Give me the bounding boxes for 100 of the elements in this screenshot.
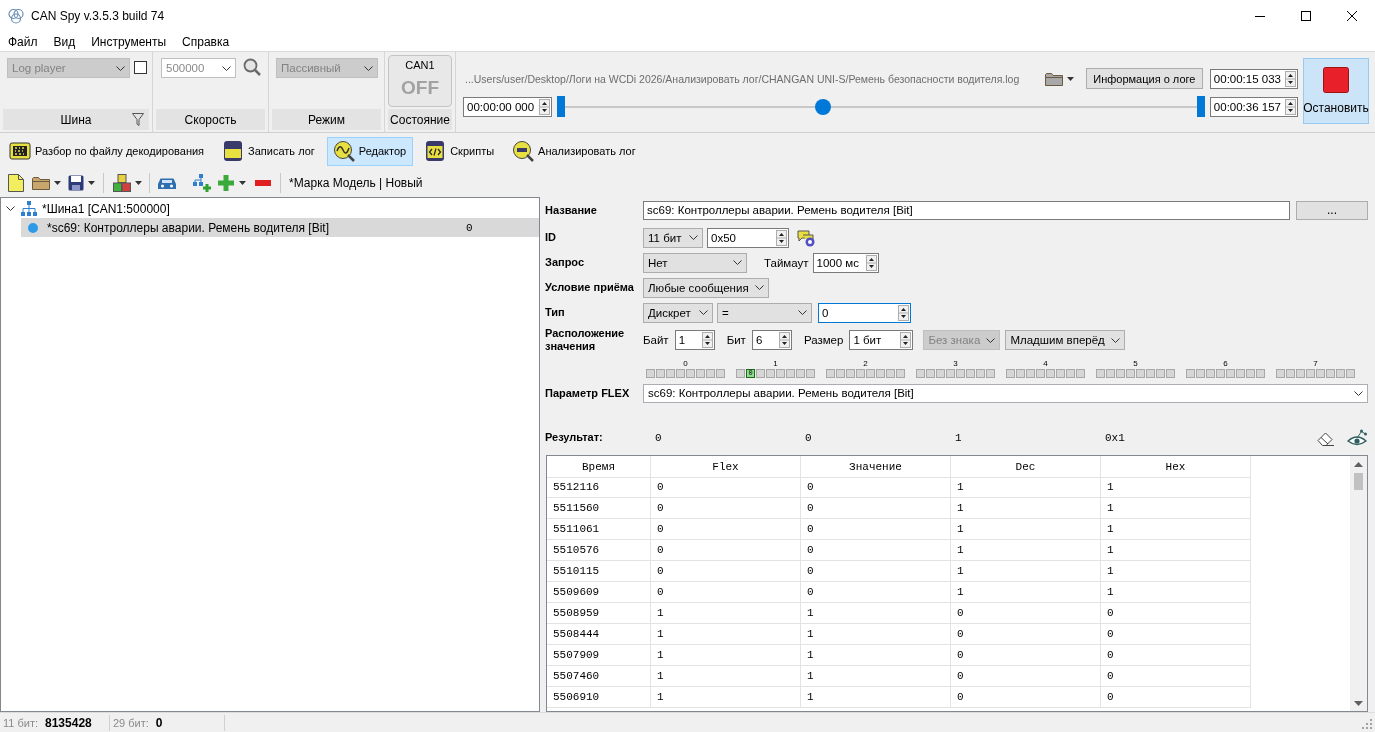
folder-icon[interactable] [1044, 71, 1063, 86]
maximize-icon[interactable] [1301, 11, 1311, 21]
table-cell: 0 [1101, 624, 1251, 645]
column-header[interactable]: Значение [801, 456, 951, 478]
scrollbar[interactable] [1350, 456, 1367, 711]
current-time-spinbox[interactable]: 00:00:15 033 [1209, 68, 1298, 89]
field-label: Тип [545, 306, 566, 319]
table-cell: 0 [801, 561, 951, 582]
value-spinbox[interactable]: 0 [818, 302, 911, 323]
search-icon[interactable] [243, 58, 261, 76]
tab[interactable]: Скрипты [418, 136, 502, 166]
scrollbar-thumb[interactable] [1354, 473, 1363, 490]
table-cell: 0 [801, 498, 951, 519]
type-dropdown[interactable]: Дискрет [643, 302, 713, 323]
slider-thumb[interactable] [815, 99, 832, 115]
condition-dropdown[interactable]: Любые сообщения [643, 277, 769, 298]
table-cell: 1 [651, 624, 801, 645]
checkbox[interactable] [134, 61, 147, 74]
tab[interactable]: Записать лог [216, 136, 322, 166]
table-cell: 1 [1101, 477, 1251, 498]
range-handle[interactable] [557, 96, 565, 117]
menu-item[interactable]: Инструменты [83, 34, 175, 49]
table-cell: 0 [801, 540, 951, 561]
spin-arrows-icon[interactable] [778, 332, 790, 348]
table-cell: 0 [1101, 687, 1251, 708]
caret-down-icon[interactable] [135, 181, 142, 185]
spinbox[interactable]: 1 бит [849, 330, 914, 350]
table-cell: 1 [801, 666, 951, 687]
column-header[interactable]: Время [547, 456, 651, 478]
table-cell: 1 [951, 561, 1101, 582]
operator-dropdown[interactable]: = [717, 302, 812, 323]
close-icon[interactable] [1347, 11, 1357, 21]
spin-arrows-icon[interactable] [539, 98, 550, 115]
start-time-spinbox[interactable]: 00:00:00 000 [463, 96, 552, 117]
filter-icon[interactable] [132, 113, 144, 126]
new-file-icon[interactable] [8, 174, 24, 192]
tab[interactable]: Разбор по файлу декодирования [3, 136, 212, 166]
column-header[interactable]: Flex [651, 456, 801, 478]
id-spinbox[interactable]: 0x50 [707, 227, 789, 248]
browse-button[interactable]: ... [1296, 200, 1368, 220]
column-header[interactable]: Hex [1101, 456, 1251, 478]
car-icon[interactable] [158, 177, 176, 189]
wave-magnifier-icon [332, 140, 355, 162]
column-header[interactable]: Dec [951, 456, 1101, 478]
name-field[interactable]: sc69: Контроллеры аварии. Ремень водителя [Bit] [643, 200, 1290, 220]
id-format-dropdown[interactable]: 11 бит [643, 227, 703, 248]
caret-down-icon[interactable] [239, 181, 246, 185]
spinbox[interactable]: 6 [751, 330, 792, 350]
save-icon[interactable] [68, 175, 84, 191]
channel-toggle-button[interactable]: CAN1 OFF [388, 55, 452, 107]
spin-arrows-icon[interactable] [1285, 70, 1296, 87]
tab[interactable]: Анализировать лог [506, 136, 643, 166]
menu-item[interactable]: Справка [174, 34, 238, 49]
table-cell: 5507460 [547, 666, 651, 687]
network-icon [21, 201, 37, 216]
field-label: Параметр FLEX [545, 386, 631, 400]
table-cell: 5511560 [547, 498, 651, 519]
resize-grip-icon[interactable] [1362, 719, 1372, 729]
caret-down-icon[interactable] [54, 181, 61, 185]
stop-button[interactable]: Остановить [1303, 58, 1369, 124]
menu-item[interactable]: Файл [0, 34, 46, 49]
request-dropdown[interactable]: Нет [643, 252, 747, 273]
chevron-down-icon [1354, 390, 1363, 396]
scroll-down-icon[interactable] [1354, 700, 1363, 706]
plus-icon[interactable] [218, 175, 234, 191]
messages-icon[interactable] [797, 228, 815, 247]
menu-item[interactable]: Вид [45, 34, 84, 49]
tree-item[interactable]: *Шина1 [CAN1:500000] [1, 199, 539, 218]
spin-arrows-icon[interactable] [776, 229, 787, 246]
dot-icon [28, 222, 38, 233]
group-label: Шина [60, 112, 92, 127]
table-cell: 1 [801, 687, 951, 708]
folder-icon[interactable] [32, 176, 50, 190]
eye-icon[interactable] [1347, 428, 1367, 447]
table-cell: 1 [1101, 498, 1251, 519]
timeout-spinbox[interactable]: 1000 мс [812, 252, 879, 273]
spin-arrows-icon[interactable] [701, 332, 713, 348]
range-handle[interactable] [1196, 96, 1205, 117]
dropdown[interactable]: Младшим вперёд [1005, 330, 1125, 350]
chevron-down-icon [689, 235, 698, 240]
spin-arrows-icon[interactable] [865, 254, 877, 271]
spin-arrows-icon[interactable] [1285, 98, 1296, 115]
caret-down-icon[interactable] [1066, 76, 1074, 81]
spin-arrows-icon[interactable] [900, 332, 912, 348]
spin-arrows-icon[interactable] [898, 304, 909, 321]
flex-parameter-dropdown[interactable]: sc69: Контроллеры аварии. Ремень водителя [Bit] [643, 383, 1368, 403]
minimize-icon[interactable] [1255, 15, 1265, 17]
spinbox[interactable]: 1 [674, 330, 715, 350]
chevron-down-icon[interactable] [5, 206, 15, 211]
table-cell: 1 [1101, 561, 1251, 582]
result-value: 0x1 [1104, 431, 1126, 444]
scroll-up-icon[interactable] [1354, 461, 1363, 467]
tab[interactable]: Редактор [326, 136, 414, 166]
caret-down-icon[interactable] [88, 181, 95, 185]
table-cell: 5508444 [547, 624, 651, 645]
blocks-icon[interactable] [113, 174, 131, 192]
end-time-spinbox[interactable]: 00:00:36 157 [1209, 96, 1298, 117]
tree-item[interactable]: *sc69: Контроллеры аварии. Ремень водителя [Bit] 0 [21, 218, 539, 237]
add-node-icon[interactable] [193, 174, 211, 192]
log-info-button[interactable]: Информация о логе [1085, 68, 1203, 89]
